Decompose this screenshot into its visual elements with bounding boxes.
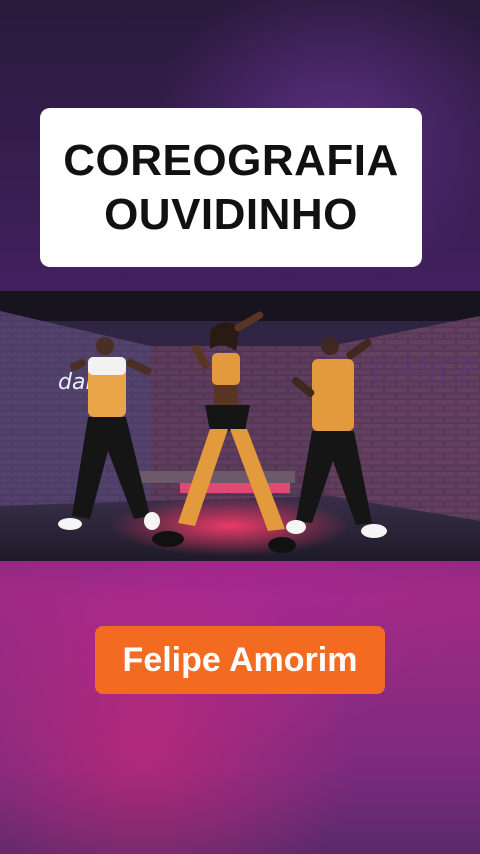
- artist-name: Felipe Amorim: [122, 640, 358, 679]
- neon-sign-right: DANCE: [372, 354, 478, 389]
- artist-badge: Felipe Amorim: [95, 626, 385, 694]
- title-line-1: COREOGRAFIA: [63, 135, 399, 185]
- title-line-2: OUVIDINHO: [104, 189, 358, 239]
- title-card: COREOGRAFIA OUVIDINHO: [40, 108, 422, 267]
- dance-video-frame: dan DANCE: [0, 291, 480, 561]
